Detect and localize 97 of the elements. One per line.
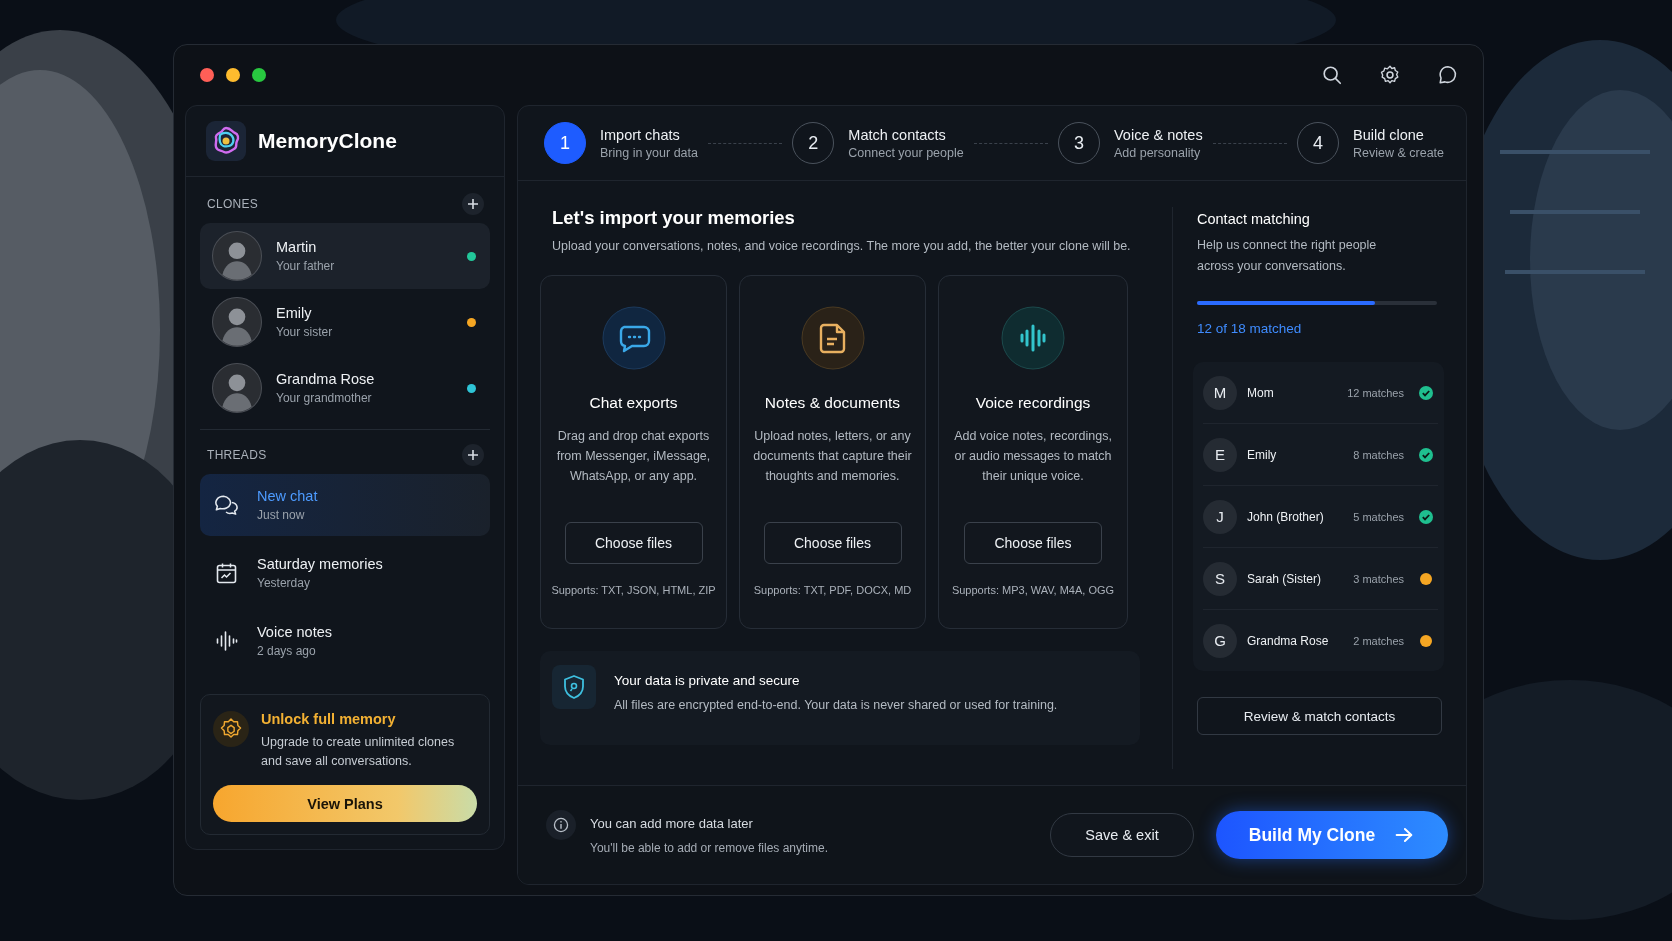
card-title: Notes & documents bbox=[764, 394, 901, 412]
step-subtitle: Bring in your data bbox=[600, 145, 698, 160]
contact-avatar: G bbox=[1203, 623, 1237, 658]
clone-item[interactable]: Martin Your father bbox=[200, 223, 490, 289]
step[interactable]: 2 Match contacts Connect your people bbox=[792, 122, 964, 164]
thread-item[interactable]: New chat Just now bbox=[200, 474, 490, 536]
contact-avatar: J bbox=[1203, 499, 1237, 534]
choose-files-button[interactable]: Choose files bbox=[964, 522, 1102, 564]
thread-title: Voice notes bbox=[257, 624, 333, 640]
logo-icon bbox=[206, 121, 246, 161]
upgrade-title: Unlock full memory bbox=[261, 711, 397, 727]
step-subtitle: Add personality bbox=[1114, 145, 1202, 160]
maximize-window-control[interactable] bbox=[252, 68, 266, 82]
info-icon bbox=[546, 810, 576, 840]
contact-avatar: S bbox=[1203, 561, 1237, 596]
page-title: Let's import your memories bbox=[552, 207, 796, 229]
step-subtitle: Review & create bbox=[1353, 145, 1444, 160]
section-description: Help us connect the right people across your conversations. bbox=[1197, 237, 1378, 275]
step[interactable]: 3 Voice & notes Add personality bbox=[1058, 122, 1203, 164]
clone-item[interactable]: Grandma Rose Your grandmother bbox=[200, 355, 490, 421]
section-heading: THREADS bbox=[207, 448, 267, 462]
clone-name: Grandma Rose bbox=[276, 371, 376, 387]
supported-formats: Supports: MP3, WAV, M4A, OGG bbox=[951, 584, 1115, 596]
step-title: Match contacts bbox=[848, 126, 947, 143]
privacy-description: All files are encrypted end-to-end. Your data is never shared or used for training. bbox=[614, 698, 1058, 712]
step-title: Build clone bbox=[1353, 126, 1425, 143]
close-window-control[interactable] bbox=[200, 68, 214, 82]
avatar-icon bbox=[212, 231, 262, 281]
match-count: 8 matches bbox=[1353, 448, 1404, 461]
shield-icon bbox=[552, 665, 596, 709]
minimize-window-control[interactable] bbox=[226, 68, 240, 82]
clone-relation: Your grandmother bbox=[276, 391, 373, 405]
settings-icon[interactable] bbox=[1379, 64, 1401, 86]
review-contacts-button[interactable]: Review & match contacts bbox=[1197, 697, 1442, 735]
thread-item[interactable]: Voice notes 2 days ago bbox=[200, 610, 490, 672]
avatar-icon bbox=[212, 363, 262, 413]
thread-time: Yesterday bbox=[257, 576, 311, 590]
step[interactable]: 4 Build clone Review & create bbox=[1297, 122, 1444, 164]
step-subtitle: Connect your people bbox=[848, 145, 964, 160]
step-number: 1 bbox=[544, 122, 586, 164]
supported-formats: Supports: TXT, JSON, HTML, ZIP bbox=[551, 584, 716, 596]
choose-files-button[interactable]: Choose files bbox=[564, 522, 703, 564]
avatar-icon bbox=[212, 297, 262, 347]
card-description: Drag and drop chat exports from Messenger, iMessage, WhatsApp, or any app. bbox=[555, 428, 712, 485]
contact-avatar: E bbox=[1203, 437, 1237, 472]
chat-bubbles-icon bbox=[214, 493, 239, 517]
waveform-icon bbox=[1001, 306, 1065, 370]
privacy-title: Your data is private and secure bbox=[614, 673, 801, 688]
step[interactable]: 1 Import chats Bring in your data bbox=[544, 122, 698, 164]
chat-bubble-icon[interactable] bbox=[1437, 64, 1459, 86]
clone-item[interactable]: Emily Your sister bbox=[200, 289, 490, 355]
thread-time: 2 days ago bbox=[257, 644, 317, 658]
upgrade-description: Upgrade to create unlimited clones and save all conversations. bbox=[261, 734, 456, 770]
app-name: MemoryClone bbox=[258, 129, 397, 153]
badge-icon bbox=[213, 711, 249, 747]
add-icon[interactable] bbox=[462, 444, 484, 466]
view-plans-button[interactable]: View Plans bbox=[213, 785, 477, 822]
card-title: Voice recordings bbox=[975, 394, 1091, 412]
contact-name: Emily bbox=[1247, 447, 1278, 462]
contact-name: Sarah (Sister) bbox=[1247, 571, 1323, 586]
step-title: Voice & notes bbox=[1114, 126, 1203, 143]
card-description: Upload notes, letters, or any documents that capture their thoughts and memories. bbox=[752, 428, 913, 485]
contact-avatar: M bbox=[1203, 375, 1237, 410]
match-count: 12 matches bbox=[1347, 386, 1404, 399]
match-count: 5 matches bbox=[1353, 510, 1404, 523]
step-title: Import chats bbox=[600, 126, 681, 143]
thread-title: New chat bbox=[257, 488, 319, 504]
section-title: Contact matching bbox=[1197, 211, 1311, 227]
build-clone-button[interactable]: Build My Clone bbox=[1216, 811, 1448, 859]
search-icon[interactable] bbox=[1321, 64, 1343, 86]
match-count: 2 matches bbox=[1353, 634, 1404, 647]
card-title: Chat exports bbox=[589, 394, 678, 412]
clone-name: Emily bbox=[276, 305, 313, 321]
waveform-icon bbox=[214, 629, 239, 653]
thread-title: Saturday memories bbox=[257, 556, 384, 572]
supported-formats: Supports: TXT, PDF, DOCX, MD bbox=[753, 584, 912, 596]
clone-relation: Your father bbox=[276, 259, 336, 273]
calendar-icon bbox=[214, 561, 239, 585]
section-heading: CLONES bbox=[207, 197, 259, 211]
footer-description: You'll be able to add or remove files anytime. bbox=[590, 840, 829, 855]
footer-title: You can add more data later bbox=[590, 815, 754, 831]
clone-relation: Your sister bbox=[276, 325, 334, 339]
thread-item[interactable]: Saturday memories Yesterday bbox=[200, 542, 490, 604]
choose-files-button[interactable]: Choose files bbox=[763, 522, 902, 564]
card-description: Add voice notes, recordings, or audio messages to match their unique voice. bbox=[953, 428, 1113, 485]
document-icon bbox=[800, 306, 865, 370]
match-count: 3 matches bbox=[1353, 572, 1404, 585]
save-exit-button[interactable]: Save & exit bbox=[1050, 813, 1194, 857]
add-icon[interactable] bbox=[462, 193, 484, 215]
contact-name: Grandma Rose bbox=[1247, 633, 1330, 648]
chat-icon bbox=[601, 306, 666, 370]
clone-name: Martin bbox=[276, 239, 318, 255]
contact-name: Mom bbox=[1247, 385, 1275, 400]
progress-label: 12 of 18 matched bbox=[1197, 321, 1303, 336]
thread-time: Just now bbox=[257, 508, 306, 522]
contact-name: John (Brother) bbox=[1247, 509, 1325, 524]
page-subtitle: Upload your conversations, notes, and voice recordings. The more you add, the better your clone will be. bbox=[552, 239, 1132, 253]
